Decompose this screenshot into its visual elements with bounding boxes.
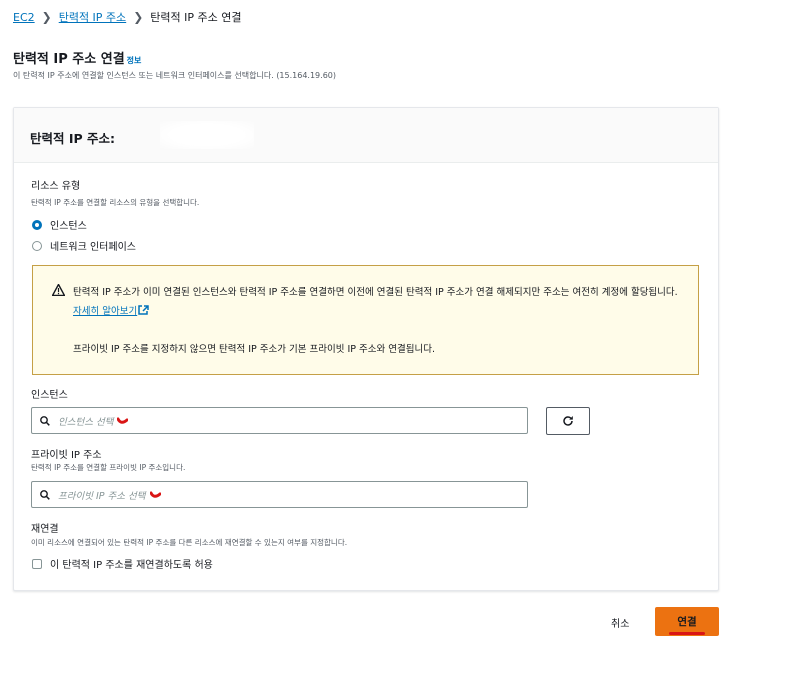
warning-alert-text: 탄력적 IP 주소가 이미 연결된 인스턴스와 탄력적 IP 주소를 연결하면 … — [73, 283, 683, 321]
learn-more-link[interactable]: 자세히 알아보기 — [73, 305, 149, 317]
refresh-button[interactable] — [546, 407, 590, 435]
chevron-right-icon: ❯ — [41, 10, 52, 24]
radio-button-checked[interactable] — [32, 219, 42, 230]
resource-type-description: 탄력적 IP 주소를 연결할 리소스의 유형을 선택합니다. — [31, 198, 200, 207]
refresh-icon — [563, 416, 573, 426]
search-icon — [40, 489, 50, 500]
red-annotation-mark — [117, 417, 129, 424]
red-annotation-mark — [149, 491, 161, 498]
red-underline-annotation — [669, 632, 705, 635]
radio-network-interface[interactable]: 네트워크 인터페이스 — [32, 238, 136, 253]
reassociation-description: 이미 리소스에 연결되어 있는 탄력적 IP 주소를 다른 리소스에 재연결할 … — [31, 538, 348, 547]
page-title-text: 탄력적 IP 주소 연결 — [13, 52, 125, 67]
search-icon — [40, 415, 50, 426]
allow-reassociation-checkbox[interactable] — [32, 558, 42, 569]
associate-button-label: 연결 — [677, 616, 697, 628]
warning-alert: 탄력적 IP 주소가 이미 연결된 인스턴스와 탄력적 IP 주소를 연결하면 … — [32, 265, 699, 375]
private-ip-description: 탄력적 IP 주소를 연결할 프라이빗 IP 주소입니다. — [31, 463, 186, 472]
card-header: 탄력적 IP 주소: — [14, 108, 718, 163]
redacted-ip-address — [160, 121, 254, 149]
breadcrumb-current: 탄력적 IP 주소 연결 — [150, 11, 242, 24]
reassociation-label: 재연결 — [31, 524, 59, 535]
info-link[interactable]: 정보 — [127, 55, 142, 66]
warning-icon — [52, 284, 65, 296]
page-title: 탄력적 IP 주소 연결 정보 — [13, 48, 141, 67]
instance-select-placeholder: 인스턴스 선택 — [58, 416, 114, 428]
card-header-title: 탄력적 IP 주소: — [30, 131, 116, 146]
chevron-right-icon: ❯ — [133, 10, 144, 24]
warning-alert-note: 프라이빗 IP 주소를 지정하지 않으면 탄력적 IP 주소가 기본 프라이빗 … — [73, 344, 436, 355]
instance-label: 인스턴스 — [31, 390, 68, 401]
private-ip-label: 프라이빗 IP 주소 — [31, 450, 102, 461]
radio-instance[interactable]: 인스턴스 — [32, 217, 87, 232]
breadcrumb-link-elastic-ips[interactable]: 탄력적 IP 주소 — [59, 9, 126, 25]
resource-type-label: 리소스 유형 — [31, 181, 81, 192]
cancel-button[interactable]: 취소 — [611, 615, 629, 630]
private-ip-select-placeholder: 프라이빗 IP 주소 선택 — [58, 490, 146, 502]
allow-reassociation-label: 이 탄력적 IP 주소를 재연결하도록 허용 — [50, 560, 213, 571]
allow-reassociation-checkbox-row[interactable]: 이 탄력적 IP 주소를 재연결하도록 허용 — [32, 556, 213, 571]
radio-button-unchecked[interactable] — [32, 240, 42, 251]
breadcrumb: EC2 ❯ 탄력적 IP 주소 ❯ 탄력적 IP 주소 연결 — [13, 9, 241, 25]
private-ip-select[interactable]: 프라이빗 IP 주소 선택 — [31, 481, 528, 508]
warning-alert-message: 탄력적 IP 주소가 이미 연결된 인스턴스와 탄력적 IP 주소를 연결하면 … — [73, 287, 678, 298]
radio-instance-label: 인스턴스 — [50, 221, 87, 232]
breadcrumb-link-ec2[interactable]: EC2 — [13, 11, 35, 24]
radio-network-interface-label: 네트워크 인터페이스 — [50, 242, 136, 253]
page-description: 이 탄력적 IP 주소에 연결할 인스턴스 또는 네트워크 인터페이스를 선택합… — [13, 71, 336, 80]
instance-select[interactable]: 인스턴스 선택 — [31, 407, 528, 434]
learn-more-label: 자세히 알아보기 — [73, 306, 138, 317]
external-link-icon — [138, 305, 149, 315]
